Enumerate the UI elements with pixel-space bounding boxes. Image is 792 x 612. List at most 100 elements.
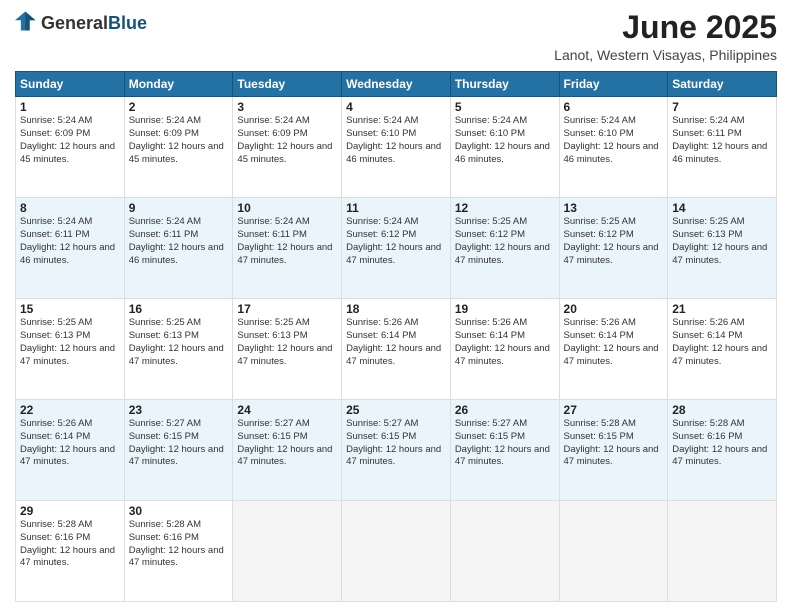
table-row xyxy=(559,501,668,602)
day-info: Sunrise: 5:26 AM Sunset: 6:14 PM Dayligh… xyxy=(346,317,446,368)
calendar-header-row: Sunday Monday Tuesday Wednesday Thursday… xyxy=(16,72,777,97)
day-info: Sunrise: 5:28 AM Sunset: 6:16 PM Dayligh… xyxy=(20,519,120,570)
logo: GeneralBlue xyxy=(15,10,147,37)
day-number: 28 xyxy=(672,403,772,417)
day-number: 4 xyxy=(346,100,446,114)
header: GeneralBlue June 2025 Lanot, Western Vis… xyxy=(15,10,777,63)
day-number: 5 xyxy=(455,100,555,114)
calendar-week-row: 22 Sunrise: 5:26 AM Sunset: 6:14 PM Dayl… xyxy=(16,400,777,501)
page: GeneralBlue June 2025 Lanot, Western Vis… xyxy=(0,0,792,612)
table-row: 15 Sunrise: 5:25 AM Sunset: 6:13 PM Dayl… xyxy=(16,299,125,400)
table-row xyxy=(233,501,342,602)
day-info: Sunrise: 5:27 AM Sunset: 6:15 PM Dayligh… xyxy=(237,418,337,469)
day-number: 23 xyxy=(129,403,229,417)
day-info: Sunrise: 5:24 AM Sunset: 6:11 PM Dayligh… xyxy=(672,115,772,166)
table-row: 6 Sunrise: 5:24 AM Sunset: 6:10 PM Dayli… xyxy=(559,97,668,198)
calendar-week-row: 29 Sunrise: 5:28 AM Sunset: 6:16 PM Dayl… xyxy=(16,501,777,602)
day-info: Sunrise: 5:28 AM Sunset: 6:15 PM Dayligh… xyxy=(564,418,664,469)
table-row: 13 Sunrise: 5:25 AM Sunset: 6:12 PM Dayl… xyxy=(559,198,668,299)
col-friday: Friday xyxy=(559,72,668,97)
day-number: 19 xyxy=(455,302,555,316)
day-number: 22 xyxy=(20,403,120,417)
day-number: 27 xyxy=(564,403,664,417)
table-row xyxy=(668,501,777,602)
day-info: Sunrise: 5:24 AM Sunset: 6:09 PM Dayligh… xyxy=(129,115,229,166)
col-sunday: Sunday xyxy=(16,72,125,97)
table-row: 4 Sunrise: 5:24 AM Sunset: 6:10 PM Dayli… xyxy=(342,97,451,198)
calendar-week-row: 15 Sunrise: 5:25 AM Sunset: 6:13 PM Dayl… xyxy=(16,299,777,400)
table-row: 5 Sunrise: 5:24 AM Sunset: 6:10 PM Dayli… xyxy=(450,97,559,198)
day-info: Sunrise: 5:25 AM Sunset: 6:12 PM Dayligh… xyxy=(564,216,664,267)
day-info: Sunrise: 5:28 AM Sunset: 6:16 PM Dayligh… xyxy=(672,418,772,469)
table-row: 7 Sunrise: 5:24 AM Sunset: 6:11 PM Dayli… xyxy=(668,97,777,198)
day-info: Sunrise: 5:25 AM Sunset: 6:13 PM Dayligh… xyxy=(672,216,772,267)
table-row: 29 Sunrise: 5:28 AM Sunset: 6:16 PM Dayl… xyxy=(16,501,125,602)
day-info: Sunrise: 5:25 AM Sunset: 6:13 PM Dayligh… xyxy=(129,317,229,368)
day-number: 1 xyxy=(20,100,120,114)
day-number: 24 xyxy=(237,403,337,417)
day-number: 25 xyxy=(346,403,446,417)
day-info: Sunrise: 5:28 AM Sunset: 6:16 PM Dayligh… xyxy=(129,519,229,570)
table-row: 26 Sunrise: 5:27 AM Sunset: 6:15 PM Dayl… xyxy=(450,400,559,501)
day-info: Sunrise: 5:24 AM Sunset: 6:10 PM Dayligh… xyxy=(455,115,555,166)
calendar-week-row: 1 Sunrise: 5:24 AM Sunset: 6:09 PM Dayli… xyxy=(16,97,777,198)
table-row: 1 Sunrise: 5:24 AM Sunset: 6:09 PM Dayli… xyxy=(16,97,125,198)
day-number: 15 xyxy=(20,302,120,316)
day-info: Sunrise: 5:24 AM Sunset: 6:10 PM Dayligh… xyxy=(346,115,446,166)
day-number: 13 xyxy=(564,201,664,215)
day-info: Sunrise: 5:26 AM Sunset: 6:14 PM Dayligh… xyxy=(455,317,555,368)
day-info: Sunrise: 5:25 AM Sunset: 6:13 PM Dayligh… xyxy=(20,317,120,368)
day-number: 6 xyxy=(564,100,664,114)
day-info: Sunrise: 5:26 AM Sunset: 6:14 PM Dayligh… xyxy=(20,418,120,469)
table-row: 17 Sunrise: 5:25 AM Sunset: 6:13 PM Dayl… xyxy=(233,299,342,400)
day-info: Sunrise: 5:27 AM Sunset: 6:15 PM Dayligh… xyxy=(129,418,229,469)
table-row: 12 Sunrise: 5:25 AM Sunset: 6:12 PM Dayl… xyxy=(450,198,559,299)
day-number: 10 xyxy=(237,201,337,215)
day-number: 18 xyxy=(346,302,446,316)
table-row: 24 Sunrise: 5:27 AM Sunset: 6:15 PM Dayl… xyxy=(233,400,342,501)
day-number: 12 xyxy=(455,201,555,215)
calendar-table: Sunday Monday Tuesday Wednesday Thursday… xyxy=(15,71,777,602)
day-number: 29 xyxy=(20,504,120,518)
table-row: 25 Sunrise: 5:27 AM Sunset: 6:15 PM Dayl… xyxy=(342,400,451,501)
logo-blue-text: Blue xyxy=(108,13,147,33)
day-info: Sunrise: 5:24 AM Sunset: 6:11 PM Dayligh… xyxy=(20,216,120,267)
day-number: 9 xyxy=(129,201,229,215)
table-row: 3 Sunrise: 5:24 AM Sunset: 6:09 PM Dayli… xyxy=(233,97,342,198)
table-row: 11 Sunrise: 5:24 AM Sunset: 6:12 PM Dayl… xyxy=(342,198,451,299)
day-number: 30 xyxy=(129,504,229,518)
col-thursday: Thursday xyxy=(450,72,559,97)
table-row: 19 Sunrise: 5:26 AM Sunset: 6:14 PM Dayl… xyxy=(450,299,559,400)
day-number: 11 xyxy=(346,201,446,215)
table-row: 10 Sunrise: 5:24 AM Sunset: 6:11 PM Dayl… xyxy=(233,198,342,299)
day-number: 21 xyxy=(672,302,772,316)
day-info: Sunrise: 5:24 AM Sunset: 6:09 PM Dayligh… xyxy=(20,115,120,166)
table-row xyxy=(450,501,559,602)
table-row: 23 Sunrise: 5:27 AM Sunset: 6:15 PM Dayl… xyxy=(124,400,233,501)
table-row: 18 Sunrise: 5:26 AM Sunset: 6:14 PM Dayl… xyxy=(342,299,451,400)
day-info: Sunrise: 5:26 AM Sunset: 6:14 PM Dayligh… xyxy=(672,317,772,368)
table-row: 9 Sunrise: 5:24 AM Sunset: 6:11 PM Dayli… xyxy=(124,198,233,299)
day-number: 14 xyxy=(672,201,772,215)
day-info: Sunrise: 5:24 AM Sunset: 6:09 PM Dayligh… xyxy=(237,115,337,166)
table-row: 30 Sunrise: 5:28 AM Sunset: 6:16 PM Dayl… xyxy=(124,501,233,602)
col-saturday: Saturday xyxy=(668,72,777,97)
day-number: 26 xyxy=(455,403,555,417)
col-tuesday: Tuesday xyxy=(233,72,342,97)
day-info: Sunrise: 5:24 AM Sunset: 6:10 PM Dayligh… xyxy=(564,115,664,166)
table-row: 21 Sunrise: 5:26 AM Sunset: 6:14 PM Dayl… xyxy=(668,299,777,400)
table-row: 22 Sunrise: 5:26 AM Sunset: 6:14 PM Dayl… xyxy=(16,400,125,501)
table-row: 14 Sunrise: 5:25 AM Sunset: 6:13 PM Dayl… xyxy=(668,198,777,299)
day-info: Sunrise: 5:27 AM Sunset: 6:15 PM Dayligh… xyxy=(455,418,555,469)
location-title: Lanot, Western Visayas, Philippines xyxy=(554,47,777,63)
day-number: 16 xyxy=(129,302,229,316)
day-number: 17 xyxy=(237,302,337,316)
table-row: 20 Sunrise: 5:26 AM Sunset: 6:14 PM Dayl… xyxy=(559,299,668,400)
day-number: 3 xyxy=(237,100,337,114)
col-monday: Monday xyxy=(124,72,233,97)
day-info: Sunrise: 5:26 AM Sunset: 6:14 PM Dayligh… xyxy=(564,317,664,368)
day-info: Sunrise: 5:25 AM Sunset: 6:13 PM Dayligh… xyxy=(237,317,337,368)
table-row: 28 Sunrise: 5:28 AM Sunset: 6:16 PM Dayl… xyxy=(668,400,777,501)
day-info: Sunrise: 5:27 AM Sunset: 6:15 PM Dayligh… xyxy=(346,418,446,469)
title-area: June 2025 Lanot, Western Visayas, Philip… xyxy=(554,10,777,63)
